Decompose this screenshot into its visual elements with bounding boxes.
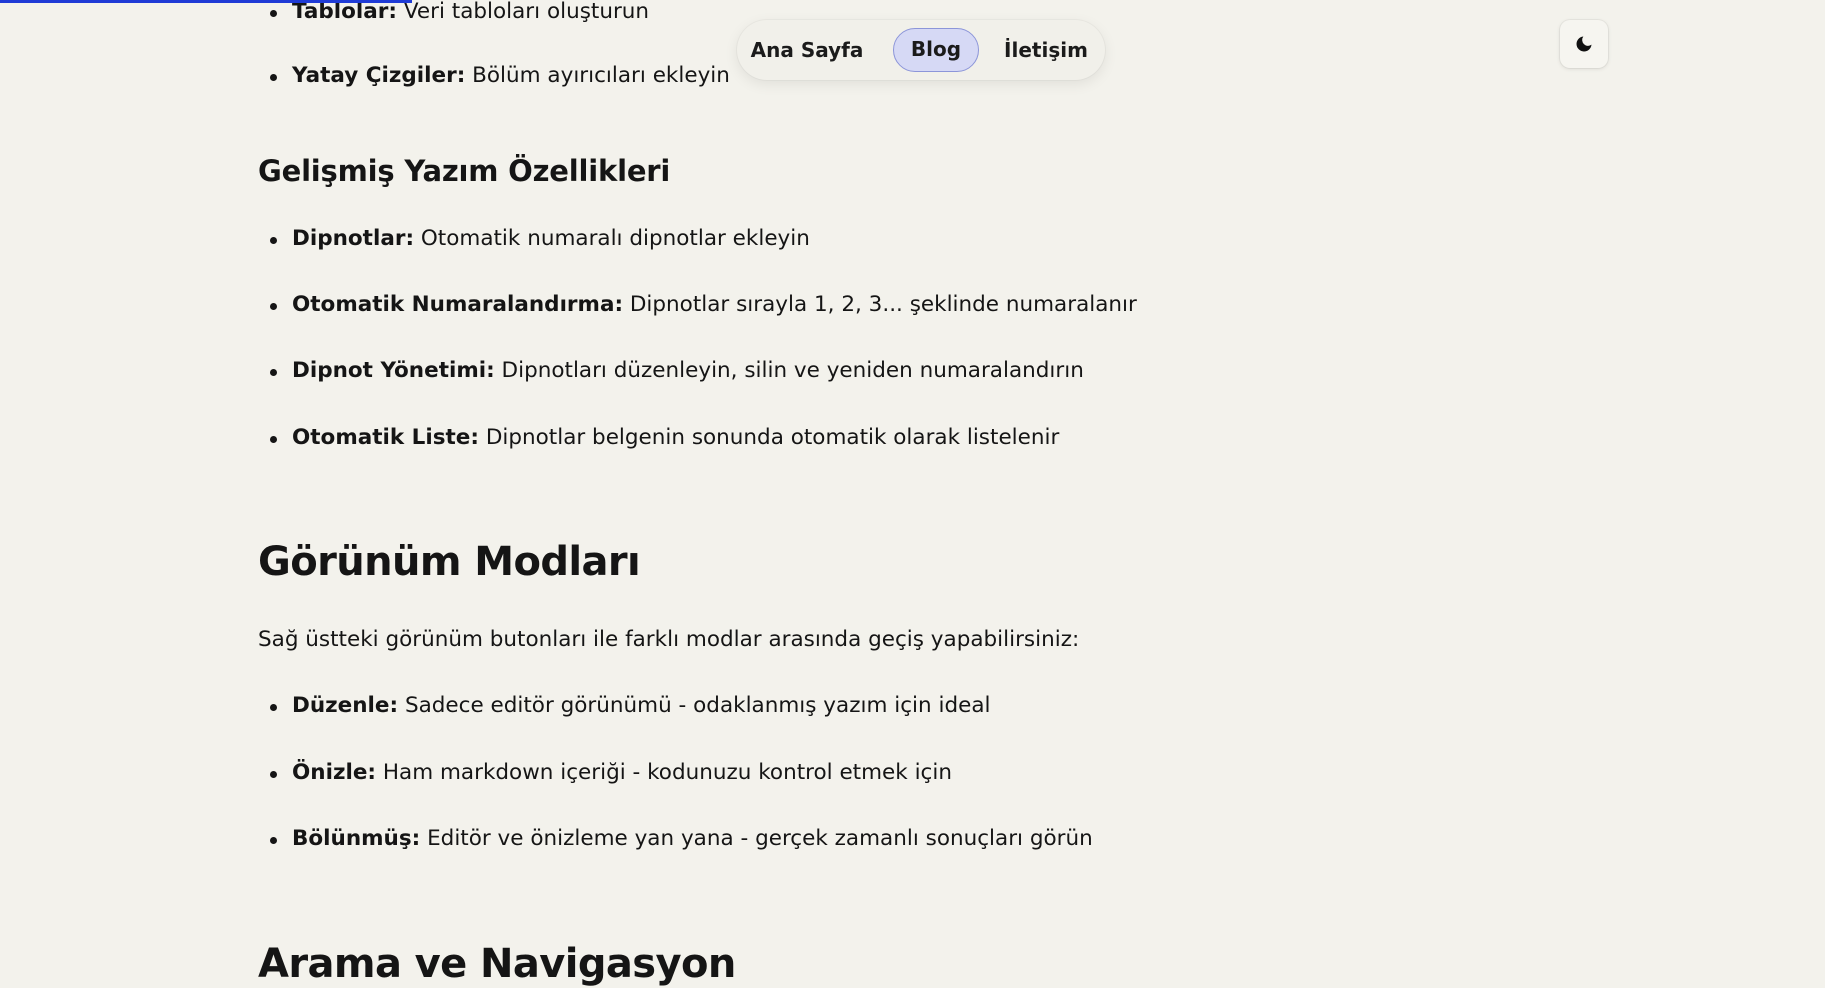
list-item-term: Önizle: xyxy=(292,760,377,785)
list-item: Önizle: Ham markdown içeriği - kodunuzu … xyxy=(258,759,952,787)
list-item-desc: Veri tabloları oluşturun xyxy=(397,0,650,24)
search-navigation-heading: Arama ve Navigasyon xyxy=(258,941,736,987)
list-item-desc: Dipnotları düzenleyin, silin ve yeniden … xyxy=(494,358,1084,383)
reading-progress-bar xyxy=(0,0,413,3)
nav-link-home[interactable]: Ana Sayfa xyxy=(749,28,865,72)
list-item-term: Dipnot Yönetimi: xyxy=(292,358,495,383)
list-item: Düzenle: Sadece editör görünümü - odakla… xyxy=(258,692,990,720)
list-item: Bölünmüş: Editör ve önizleme yan yana - … xyxy=(258,825,1093,853)
list-item-desc: Ham markdown içeriği - kodunuzu kontrol … xyxy=(376,760,952,785)
view-modes-intro: Sağ üstteki görünüm butonları ile farklı… xyxy=(258,627,1080,652)
list-item: Otomatik Numaralandırma: Dipnotlar sıray… xyxy=(258,291,1137,319)
list-item-desc: Dipnotlar sırayla 1, 2, 3... şeklinde nu… xyxy=(623,292,1137,317)
list-item-desc: Bölüm ayırıcıları ekleyin xyxy=(465,63,730,88)
list-item-term: Dipnotlar: xyxy=(292,226,415,251)
theme-toggle-button[interactable] xyxy=(1560,20,1608,68)
list-item-term: Otomatik Numaralandırma: xyxy=(292,292,624,317)
nav-link-blog[interactable]: Blog xyxy=(893,28,979,72)
nav-link-contact[interactable]: İletişim xyxy=(1001,28,1091,72)
list-item: Yatay Çizgiler: Bölüm ayırıcıları ekleyi… xyxy=(258,62,730,90)
advanced-features-heading: Gelişmiş Yazım Özellikleri xyxy=(258,154,671,188)
list-item-term: Tablolar: xyxy=(292,0,398,24)
view-modes-heading: Görünüm Modları xyxy=(258,539,641,585)
list-item-term: Düzenle: xyxy=(292,693,399,718)
list-item-desc: Otomatik numaralı dipnotlar ekleyin xyxy=(414,226,810,251)
list-item-term: Bölünmüş: xyxy=(292,826,421,851)
list-item-term: Yatay Çizgiler: xyxy=(292,63,466,88)
list-item: Dipnotlar: Otomatik numaralı dipnotlar e… xyxy=(258,225,810,253)
list-item-desc: Sadece editör görünümü - odaklanmış yazı… xyxy=(398,693,991,718)
list-item-desc: Dipnotlar belgenin sonunda otomatik olar… xyxy=(479,425,1060,450)
list-item: Dipnot Yönetimi: Dipnotları düzenleyin, … xyxy=(258,357,1084,385)
list-item-term: Otomatik Liste: xyxy=(292,425,479,450)
list-item: Tablolar: Veri tabloları oluşturun xyxy=(258,0,649,26)
top-navigation: Ana Sayfa Blog İletişim xyxy=(737,20,1105,80)
list-item: Otomatik Liste: Dipnotlar belgenin sonun… xyxy=(258,424,1059,452)
list-item-desc: Editör ve önizleme yan yana - gerçek zam… xyxy=(420,826,1093,851)
